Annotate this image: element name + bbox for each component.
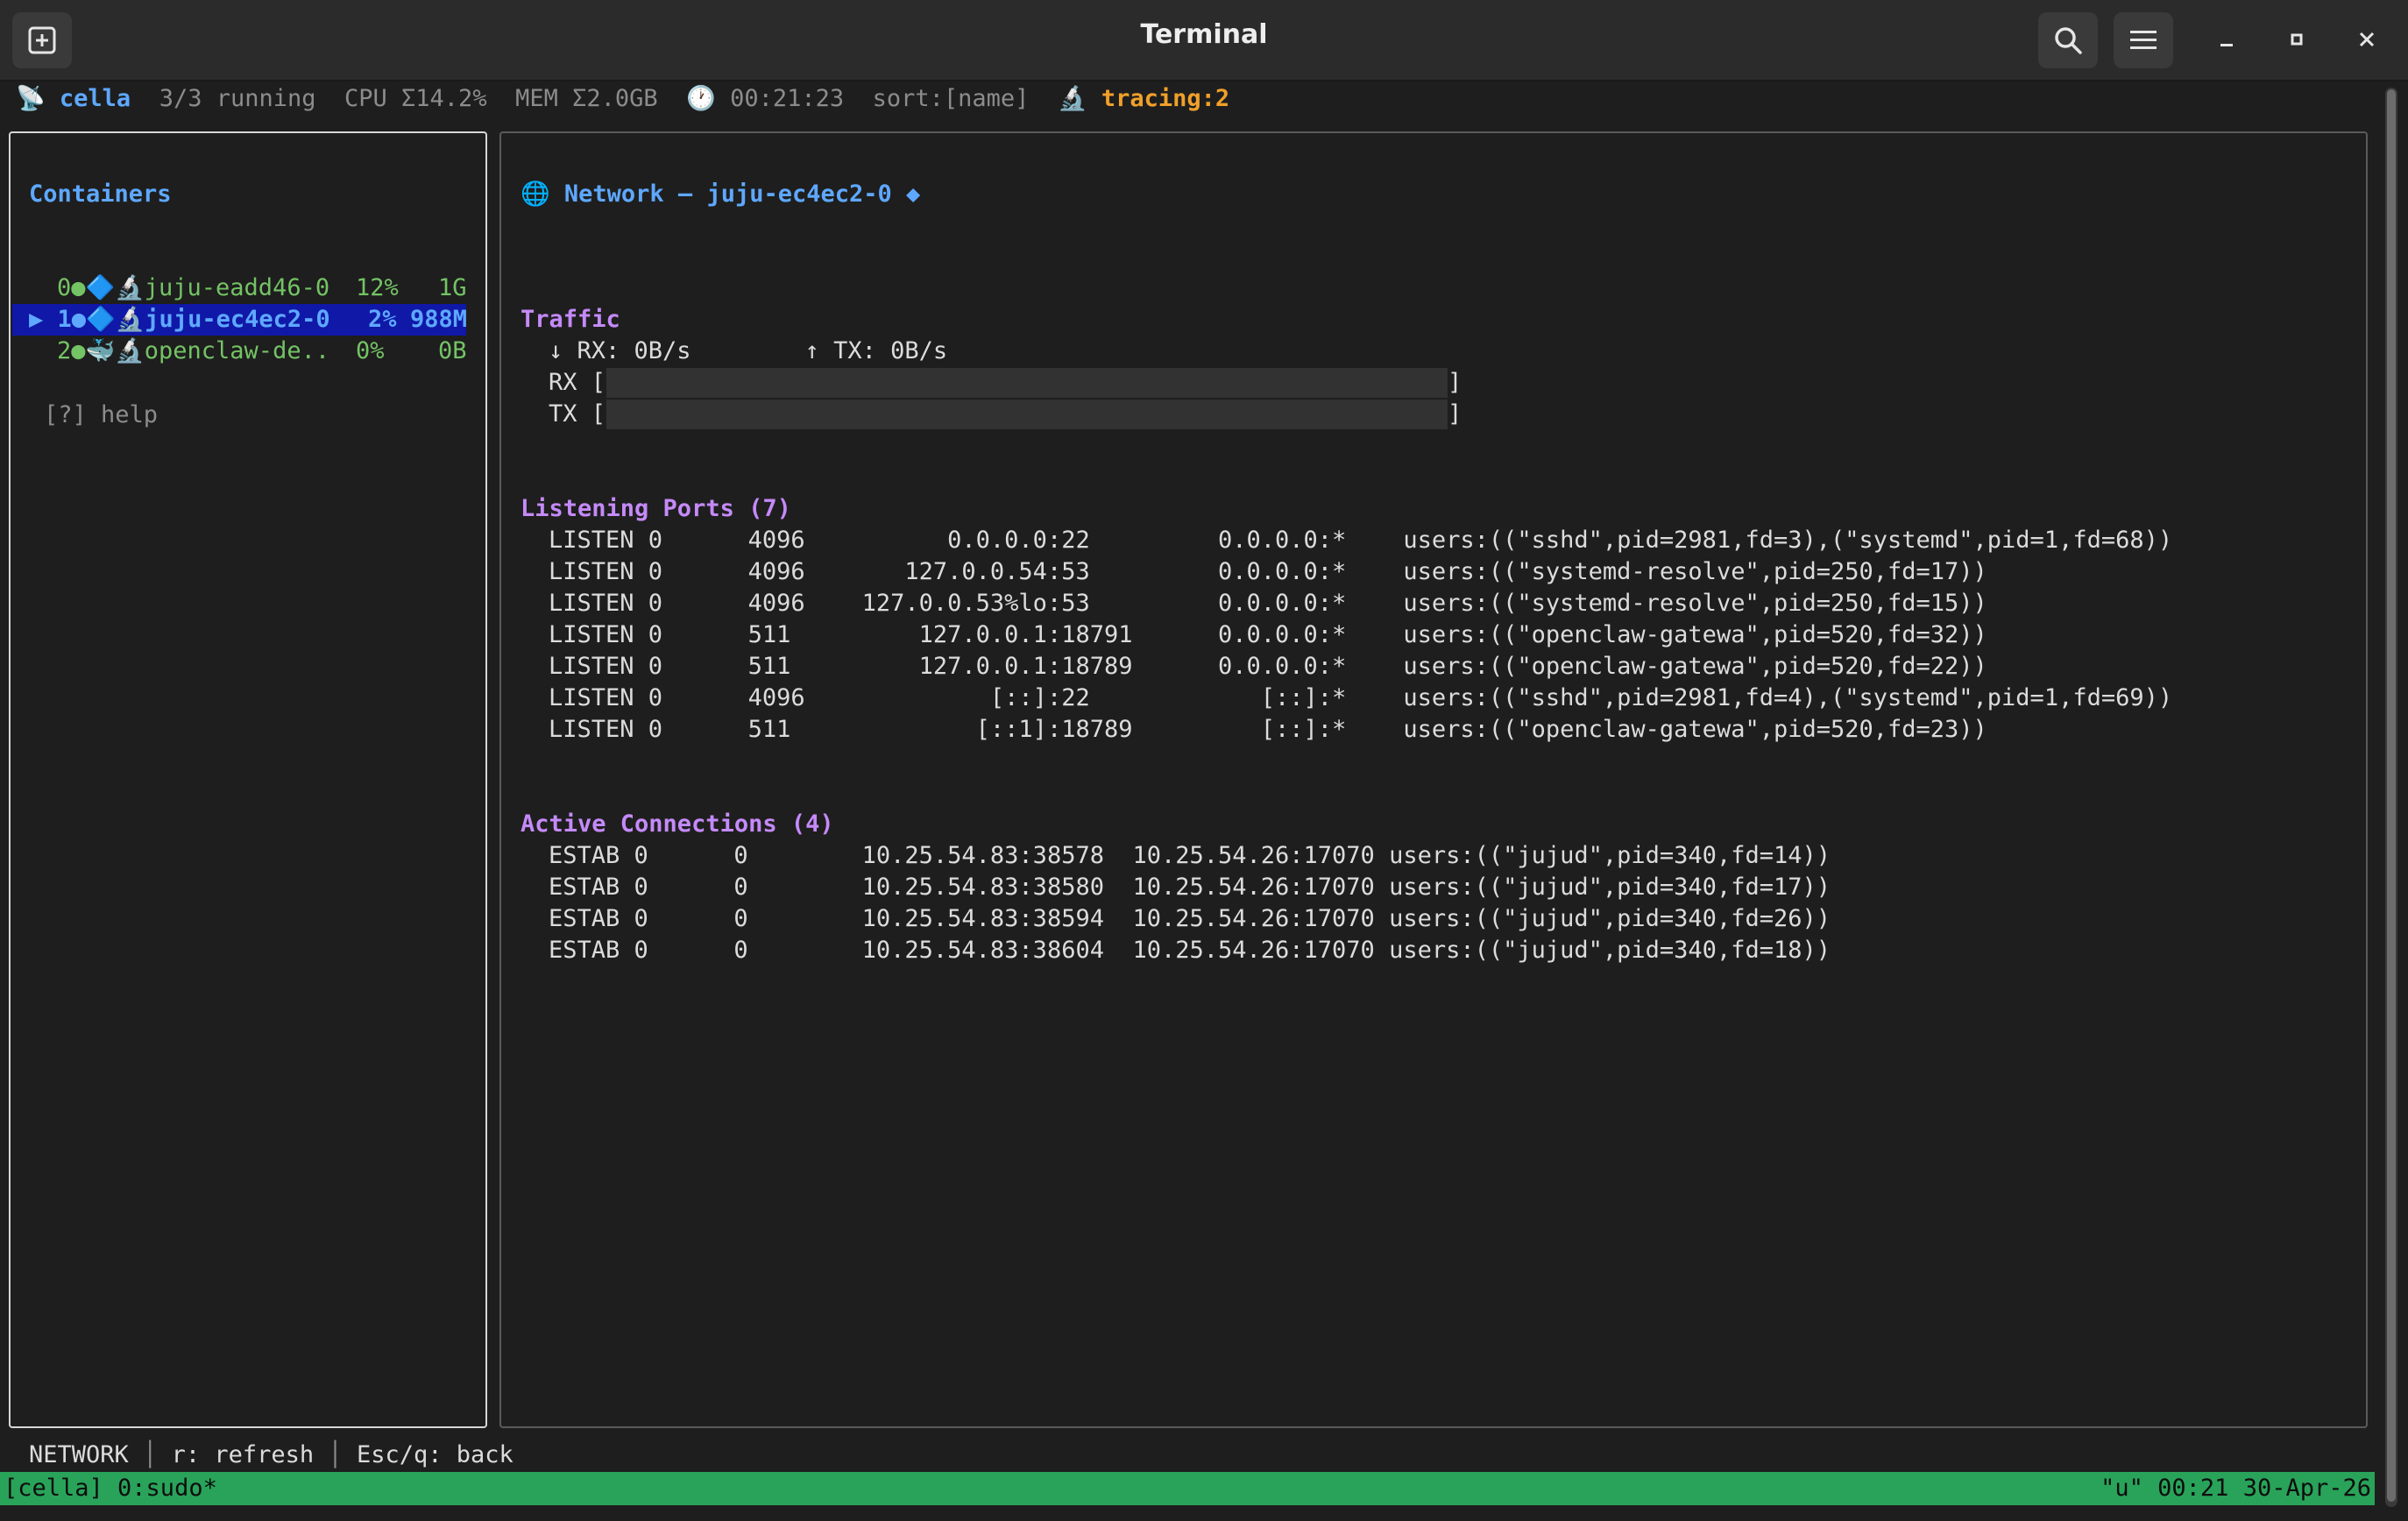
tx-label: TX [ — [549, 400, 606, 428]
hint-separator: │ — [328, 1441, 343, 1468]
running-count: 3/3 running — [159, 85, 316, 112]
listening-row: LISTEN 0 511 127.0.0.1:18789 0.0.0.0:* u… — [549, 653, 1987, 680]
uptime: 00:21:23 — [730, 85, 845, 112]
container-name: openclaw-de.. — [144, 337, 330, 364]
maximize-icon — [2291, 33, 2303, 46]
mem-total: MEM Σ2.0GB — [515, 85, 658, 112]
hamburger-menu-icon — [2130, 31, 2157, 49]
container-index: 0 — [57, 274, 72, 301]
container-mem: 1G — [438, 274, 467, 301]
rx-bar-close: ] — [1448, 369, 1463, 396]
rx-bar-track — [606, 368, 1448, 398]
tmux-clock: "u" 00:21 30-Apr-26 — [2100, 1475, 2371, 1502]
listening-row: LISTEN 0 4096 127.0.0.54:53 0.0.0.0:* us… — [549, 558, 1987, 585]
microscope-icon: 🔬 — [1057, 85, 1087, 112]
listening-row: LISTEN 0 4096 [::]:22 [::]:* users:(("ss… — [549, 684, 2173, 711]
connection-row: ESTAB 0 0 10.25.54.83:38580 10.25.54.26:… — [549, 874, 1831, 901]
container-index: 1 — [57, 306, 72, 333]
help-hint: [?] help — [44, 401, 159, 428]
minimize-icon — [2220, 44, 2233, 46]
clock-icon: 🕐 — [686, 85, 716, 112]
search-button[interactable] — [2038, 12, 2098, 68]
container-status-icons: ●🔷🔬 — [71, 274, 145, 301]
sort-indicator: sort:[name] — [872, 85, 1030, 112]
listening-row: LISTEN 0 4096 0.0.0.0:22 0.0.0.0:* users… — [549, 527, 2173, 554]
diamond-icon: ◆ — [906, 180, 921, 208]
maximize-button[interactable] — [2275, 18, 2319, 61]
active-heading: Active Connections (4) — [521, 810, 834, 838]
search-icon — [2055, 27, 2082, 54]
globe-icon: 🌐 — [521, 180, 550, 208]
connection-row: ESTAB 0 0 10.25.54.83:38604 10.25.54.26:… — [549, 937, 1831, 964]
listening-row: LISTEN 0 511 [::1]:18789 [::]:* users:((… — [549, 716, 1987, 743]
satellite-icon: 📡 — [16, 85, 46, 112]
listening-row: LISTEN 0 511 127.0.0.1:18791 0.0.0.0:* u… — [549, 621, 1987, 648]
host-name: cella — [59, 85, 131, 112]
tracing-count: tracing:2 — [1101, 85, 1230, 112]
container-index: 2 — [57, 337, 72, 364]
rx-label: RX [ — [549, 369, 606, 396]
container-name: juju-eadd46-0 — [144, 274, 330, 301]
tmux-status-bar: [cella] 0:sudo* "u" 00:21 30-Apr-26 — [0, 1472, 2375, 1505]
window-titlebar: Terminal — [0, 0, 2408, 81]
container-name: juju-ec4ec2-0 — [145, 306, 330, 333]
status-row: 📡 cella 3/3 running CPU Σ14.2% MEM Σ2.0G… — [16, 83, 1229, 115]
selector-arrow: ▶ — [29, 306, 44, 333]
minimize-button[interactable] — [2205, 18, 2249, 61]
tmux-session: [cella] 0:sudo* — [4, 1475, 217, 1502]
container-row[interactable]: 2●🐳🔬openclaw-de.. — [29, 336, 329, 367]
container-status-icons: ●🔷🔬 — [71, 306, 145, 333]
container-mem: 988M — [410, 306, 468, 333]
mode-label: NETWORK — [29, 1441, 129, 1468]
container-status-icons: ●🐳🔬 — [71, 337, 145, 364]
tx-bar-close: ] — [1448, 400, 1463, 428]
network-panel — [499, 131, 2368, 1428]
listening-row: LISTEN 0 4096 127.0.0.53%lo:53 0.0.0.0:*… — [549, 590, 1987, 617]
network-title-text: Network — juju-ec4ec2-0 — [563, 180, 892, 208]
containers-title: Containers — [29, 180, 172, 208]
connection-row: ESTAB 0 0 10.25.54.83:38594 10.25.54.26:… — [549, 905, 1831, 932]
container-row[interactable]: 0●🔷🔬juju-eadd46-0 — [29, 272, 329, 304]
container-mem: 0B — [438, 337, 467, 364]
menu-button[interactable] — [2114, 12, 2173, 68]
scrollbar-thumb[interactable] — [2387, 89, 2396, 1502]
close-button[interactable] — [2345, 18, 2389, 61]
listening-heading: Listening Ports (7) — [521, 495, 791, 522]
traffic-heading: Traffic — [521, 306, 620, 333]
cpu-total: CPU Σ14.2% — [344, 85, 487, 112]
refresh-hint: r: refresh — [171, 1441, 315, 1468]
hint-separator: │ — [143, 1441, 158, 1468]
container-cpu: 0% — [356, 337, 385, 364]
container-cpu: 2% — [368, 306, 397, 333]
connection-row: ESTAB 0 0 10.25.54.83:38578 10.25.54.26:… — [549, 842, 1831, 869]
close-icon — [2359, 32, 2375, 47]
key-hints: NETWORK │ r: refresh │ Esc/q: back — [29, 1440, 513, 1471]
network-title: 🌐 Network — juju-ec4ec2-0 ◆ — [521, 179, 920, 210]
container-cpu: 12% — [356, 274, 399, 301]
traffic-rates: ↓ RX: 0B/s ↑ TX: 0B/s — [549, 337, 948, 364]
tx-bar-track — [606, 400, 1448, 429]
back-hint: Esc/q: back — [356, 1441, 513, 1468]
container-row-selected[interactable]: ▶ 1●🔷🔬juju-ec4ec2-0 — [29, 304, 330, 336]
